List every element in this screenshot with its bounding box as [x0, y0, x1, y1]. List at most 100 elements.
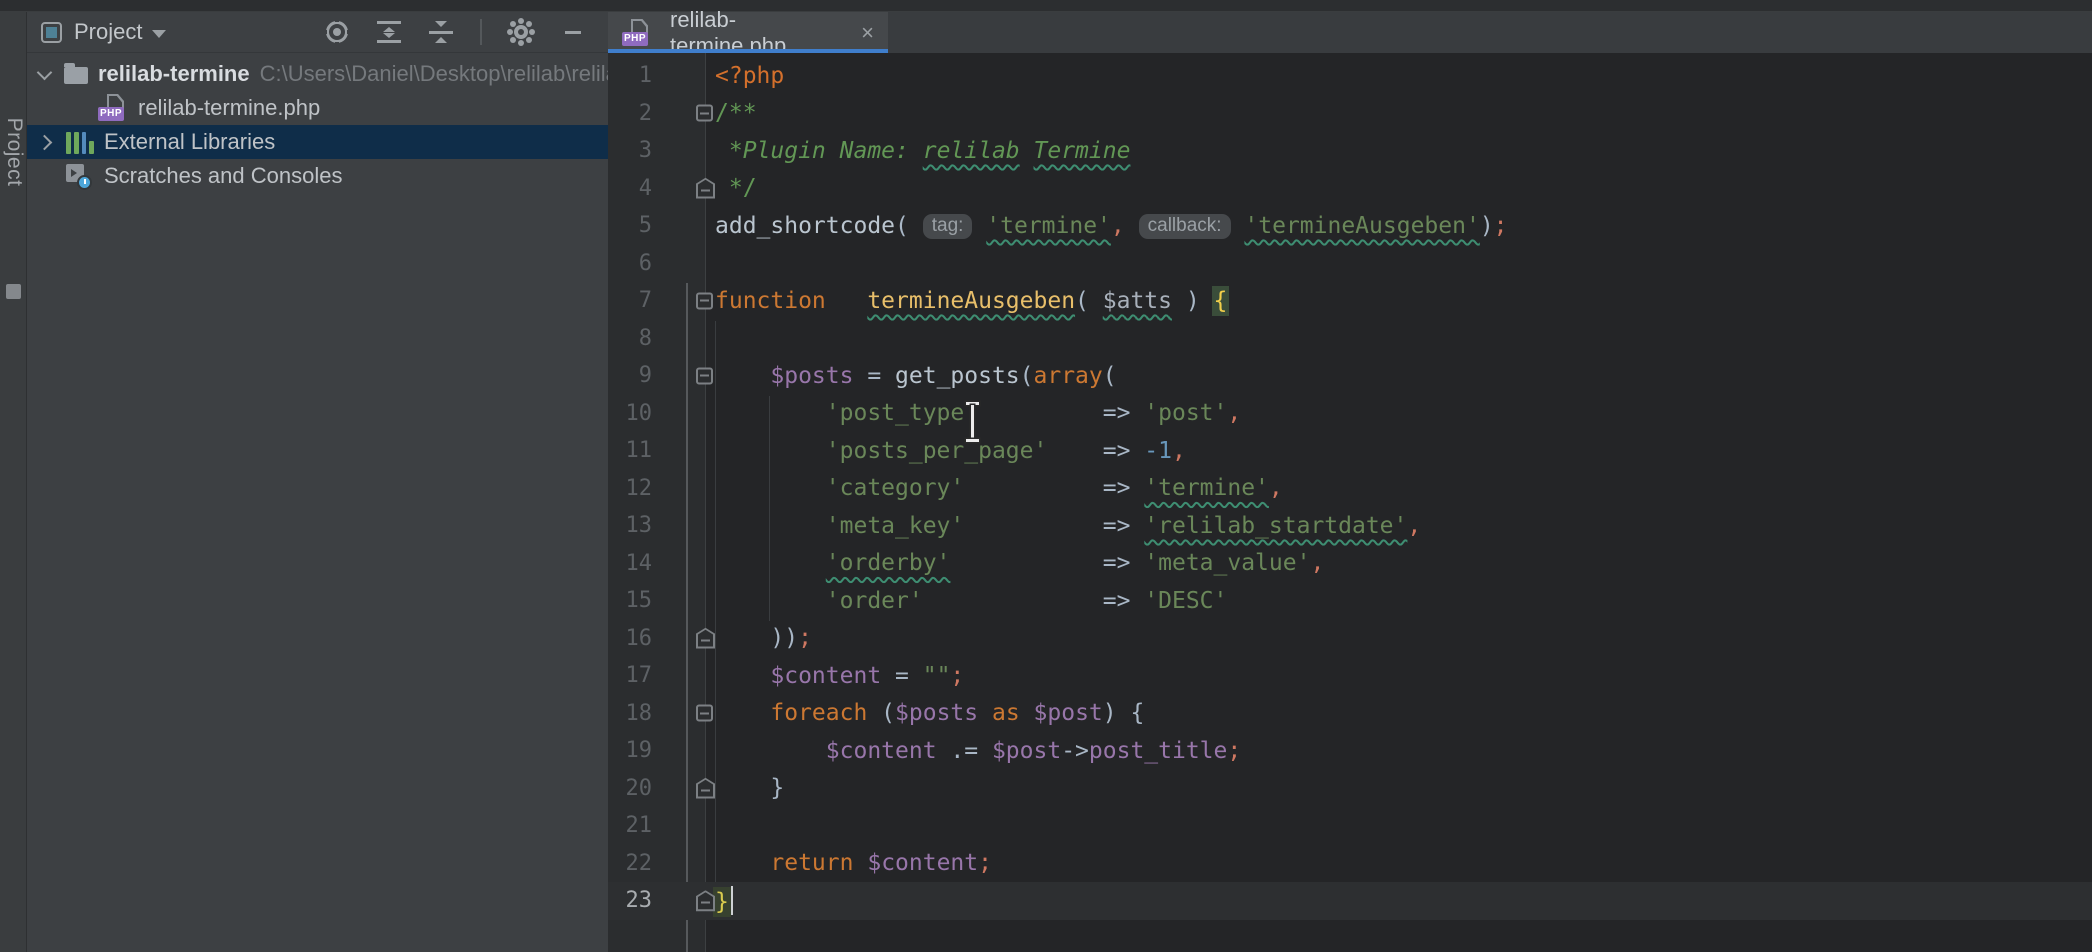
- editor-tab-bar: PHP relilab-termine.php ×: [608, 12, 2092, 53]
- line-number: 6: [608, 251, 652, 276]
- project-tree: relilab-termine C:\Users\Daniel\Desktop\r…: [27, 53, 608, 193]
- chevron-down-icon[interactable]: [37, 64, 53, 80]
- tree-item-external-libraries[interactable]: External Libraries: [27, 125, 608, 159]
- code-line-16[interactable]: 16 ));: [608, 620, 2092, 658]
- line-number: 4: [608, 176, 652, 201]
- editor-area: PHP relilab-termine.php × 1 <?php 2/**3 *P…: [608, 12, 2092, 952]
- code-line-18[interactable]: 18 foreach ($posts as $post) {: [608, 695, 2092, 733]
- code-line-5[interactable]: 5add_shortcode( tag: 'termine', callback…: [608, 207, 2092, 245]
- ide-window: Project Project relilab-termine C:\Users\…: [0, 0, 2092, 952]
- line-number: 16: [608, 626, 652, 651]
- toolbar-divider: [480, 19, 482, 45]
- line-number: 3: [608, 138, 652, 163]
- hide-panel-icon[interactable]: [560, 19, 586, 45]
- fold-start-icon[interactable]: [696, 105, 713, 122]
- code-text: 'order' => 'DESC': [715, 588, 1227, 614]
- left-tool-stripe: Project: [0, 12, 27, 952]
- code-line-7[interactable]: 7function termineAusgeben( $atts ) {: [608, 282, 2092, 320]
- code-text: foreach ($posts as $post) {: [715, 700, 1144, 726]
- fold-end-icon[interactable]: [696, 628, 715, 649]
- line-number: 17: [608, 663, 652, 688]
- code-text: 'category' => 'termine',: [715, 475, 1283, 501]
- line-number: 9: [608, 363, 652, 388]
- line-number: 10: [608, 401, 652, 426]
- code-line-20[interactable]: 20 }: [608, 770, 2092, 808]
- tree-item-scratches-and-consoles[interactable]: Scratches and Consoles: [27, 159, 608, 193]
- project-panel-header: Project: [27, 12, 608, 53]
- fold-start-icon[interactable]: [696, 292, 713, 309]
- text-caret: [731, 886, 733, 915]
- fold-end-icon[interactable]: [696, 778, 715, 799]
- project-panel: Project relilab-termine C:\Users\Daniel\D…: [27, 12, 608, 952]
- code-line-11[interactable]: 11 'posts_per_page' => -1,: [608, 432, 2092, 470]
- folder-icon: [64, 67, 88, 84]
- fold-start-icon[interactable]: [696, 367, 713, 384]
- tree-item-label: relilab-termine: [98, 61, 250, 87]
- code-line-8[interactable]: 8: [608, 320, 2092, 358]
- scratches-icon: [64, 162, 94, 190]
- code-line-12[interactable]: 12 'category' => 'termine',: [608, 470, 2092, 508]
- code-line-21[interactable]: 21: [608, 807, 2092, 845]
- fold-end-icon[interactable]: [696, 890, 715, 911]
- code-text: }: [715, 775, 784, 801]
- code-line-2[interactable]: 2/**: [608, 95, 2092, 133]
- line-number: 1: [608, 63, 652, 88]
- window-top-strip: [0, 0, 2092, 12]
- code-line-4[interactable]: 4 */: [608, 170, 2092, 208]
- line-number: 8: [608, 326, 652, 351]
- code-lines: 1 <?php 2/**3 *Plugin Name: relilab Termin…: [608, 57, 2092, 920]
- code-text: $content = "";: [715, 663, 964, 689]
- tab-relilab-termine-php[interactable]: PHP relilab-termine.php ×: [608, 12, 888, 53]
- chevron-spacer: [73, 103, 98, 114]
- chevron-right-icon[interactable]: [37, 134, 53, 150]
- code-line-15[interactable]: 15 'order' => 'DESC': [608, 582, 2092, 620]
- tree-item-label: relilab-termine.php: [138, 95, 320, 121]
- close-icon[interactable]: ×: [861, 22, 874, 44]
- chevron-spacer: [39, 171, 64, 182]
- expand-all-icon[interactable]: [376, 19, 402, 45]
- tree-item-relilab-termine-php[interactable]: PHPrelilab-termine.php: [27, 91, 608, 125]
- fold-end-icon[interactable]: [696, 178, 715, 199]
- line-number: 15: [608, 588, 652, 613]
- project-panel-title[interactable]: Project: [74, 19, 142, 45]
- chevron-down-icon[interactable]: [152, 30, 166, 38]
- tree-item-path: C:\Users\Daniel\Desktop\relilab\relilab-…: [260, 61, 608, 87]
- tool-stripe-icon[interactable]: [6, 284, 21, 299]
- code-line-14[interactable]: 14 'orderby' => 'meta_value',: [608, 545, 2092, 583]
- project-stripe-label[interactable]: Project: [2, 118, 26, 187]
- tree-item-label: Scratches and Consoles: [104, 163, 342, 189]
- fold-start-icon[interactable]: [696, 705, 713, 722]
- line-number: 7: [608, 288, 652, 313]
- code-text: ));: [715, 625, 812, 651]
- code-line-19[interactable]: 19 $content .= $post->post_title;: [608, 732, 2092, 770]
- code-line-13[interactable]: 13 'meta_key' => 'relilab_startdate',: [608, 507, 2092, 545]
- locate-file-icon[interactable]: [324, 19, 350, 45]
- collapse-all-icon[interactable]: [428, 19, 454, 45]
- code-text: return $content;: [715, 850, 992, 876]
- code-text: 'orderby' => 'meta_value',: [715, 550, 1324, 576]
- line-number: 14: [608, 551, 652, 576]
- line-number: 2: [608, 101, 652, 126]
- code-editor[interactable]: 1 <?php 2/**3 *Plugin Name: relilab Termin…: [608, 53, 2092, 952]
- code-line-10[interactable]: 10 'post_type' => 'post',: [608, 395, 2092, 433]
- code-text: $posts = get_posts(array(: [715, 363, 1117, 389]
- code-line-9[interactable]: 9 $posts = get_posts(array(: [608, 357, 2092, 395]
- code-line-22[interactable]: 22 return $content;: [608, 845, 2092, 883]
- libraries-icon: [64, 130, 94, 154]
- tree-item-relilab-termine[interactable]: relilab-termine C:\Users\Daniel\Desktop\r…: [27, 57, 608, 91]
- line-number: 13: [608, 513, 652, 538]
- line-number: 18: [608, 701, 652, 726]
- line-number: 12: [608, 476, 652, 501]
- code-line-23[interactable]: 23}: [608, 882, 2092, 920]
- code-text: <?php: [715, 63, 784, 89]
- code-line-17[interactable]: 17 $content = "";: [608, 657, 2092, 695]
- project-tool-icon: [41, 22, 62, 43]
- code-line-3[interactable]: 3 *Plugin Name: relilab Termine: [608, 132, 2092, 170]
- line-number: 19: [608, 738, 652, 763]
- code-text: 'posts_per_page' => -1,: [715, 438, 1186, 464]
- code-line-1[interactable]: 1 <?php: [608, 57, 2092, 95]
- gear-icon[interactable]: [508, 19, 534, 45]
- line-number: 11: [608, 438, 652, 463]
- code-line-6[interactable]: 6: [608, 245, 2092, 283]
- code-text: 'meta_key' => 'relilab_startdate',: [715, 513, 1421, 539]
